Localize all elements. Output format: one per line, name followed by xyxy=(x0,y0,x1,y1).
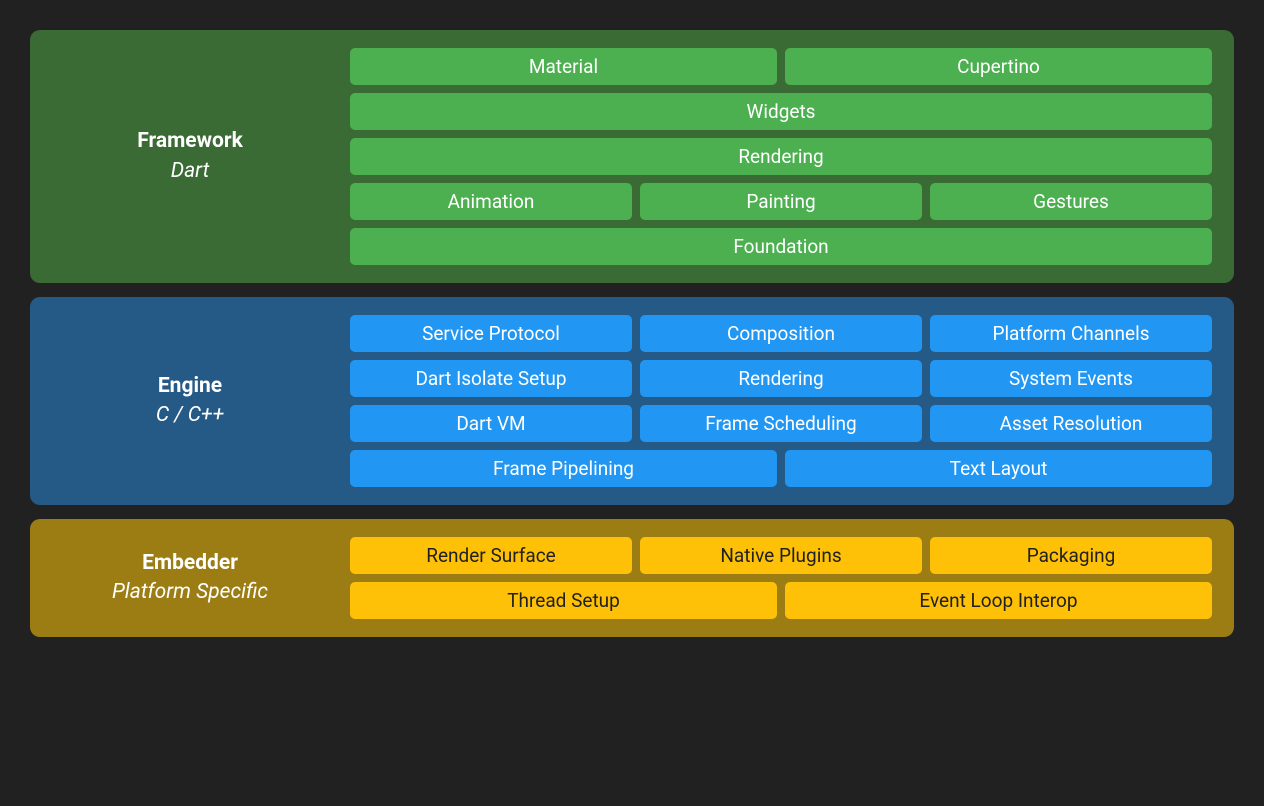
framework-row: Rendering xyxy=(350,138,1212,175)
framework-subtitle: Dart xyxy=(30,157,350,186)
framework-label: Framework Dart xyxy=(30,127,350,186)
embedder-body: Render Surface Native Plugins Packaging … xyxy=(350,537,1212,619)
cell-platform-channels: Platform Channels xyxy=(930,315,1212,352)
embedder-layer: Embedder Platform Specific Render Surfac… xyxy=(30,519,1234,637)
cell-frame-scheduling: Frame Scheduling xyxy=(640,405,922,442)
engine-row: Service Protocol Composition Platform Ch… xyxy=(350,315,1212,352)
cell-render-surface: Render Surface xyxy=(350,537,632,574)
cell-native-plugins: Native Plugins xyxy=(640,537,922,574)
cell-composition: Composition xyxy=(640,315,922,352)
cell-packaging: Packaging xyxy=(930,537,1212,574)
cell-painting: Painting xyxy=(640,183,922,220)
cell-animation: Animation xyxy=(350,183,632,220)
cell-gestures: Gestures xyxy=(930,183,1212,220)
cell-widgets: Widgets xyxy=(350,93,1212,130)
engine-label: Engine C / C++ xyxy=(30,372,350,431)
cell-frame-pipelining: Frame Pipelining xyxy=(350,450,777,487)
framework-layer: Framework Dart Material Cupertino Widget… xyxy=(30,30,1234,283)
engine-subtitle: C / C++ xyxy=(30,401,350,430)
cell-foundation: Foundation xyxy=(350,228,1212,265)
cell-rendering-fw: Rendering xyxy=(350,138,1212,175)
engine-title: Engine xyxy=(30,372,350,401)
cell-cupertino: Cupertino xyxy=(785,48,1212,85)
framework-row: Foundation xyxy=(350,228,1212,265)
cell-system-events: System Events xyxy=(930,360,1212,397)
engine-body: Service Protocol Composition Platform Ch… xyxy=(350,315,1212,487)
cell-event-loop-interop: Event Loop Interop xyxy=(785,582,1212,619)
embedder-subtitle: Platform Specific xyxy=(30,578,350,607)
cell-dart-vm: Dart VM xyxy=(350,405,632,442)
engine-row: Dart VM Frame Scheduling Asset Resolutio… xyxy=(350,405,1212,442)
cell-text-layout: Text Layout xyxy=(785,450,1212,487)
embedder-title: Embedder xyxy=(30,549,350,578)
embedder-label: Embedder Platform Specific xyxy=(30,549,350,608)
framework-body: Material Cupertino Widgets Rendering Ani… xyxy=(350,48,1212,265)
cell-asset-resolution: Asset Resolution xyxy=(930,405,1212,442)
engine-row: Frame Pipelining Text Layout xyxy=(350,450,1212,487)
cell-material: Material xyxy=(350,48,777,85)
framework-row: Material Cupertino xyxy=(350,48,1212,85)
embedder-row: Thread Setup Event Loop Interop xyxy=(350,582,1212,619)
cell-thread-setup: Thread Setup xyxy=(350,582,777,619)
cell-service-protocol: Service Protocol xyxy=(350,315,632,352)
engine-row: Dart Isolate Setup Rendering System Even… xyxy=(350,360,1212,397)
framework-row: Animation Painting Gestures xyxy=(350,183,1212,220)
engine-layer: Engine C / C++ Service Protocol Composit… xyxy=(30,297,1234,505)
cell-rendering-engine: Rendering xyxy=(640,360,922,397)
cell-dart-isolate-setup: Dart Isolate Setup xyxy=(350,360,632,397)
embedder-row: Render Surface Native Plugins Packaging xyxy=(350,537,1212,574)
framework-title: Framework xyxy=(30,127,350,156)
framework-row: Widgets xyxy=(350,93,1212,130)
